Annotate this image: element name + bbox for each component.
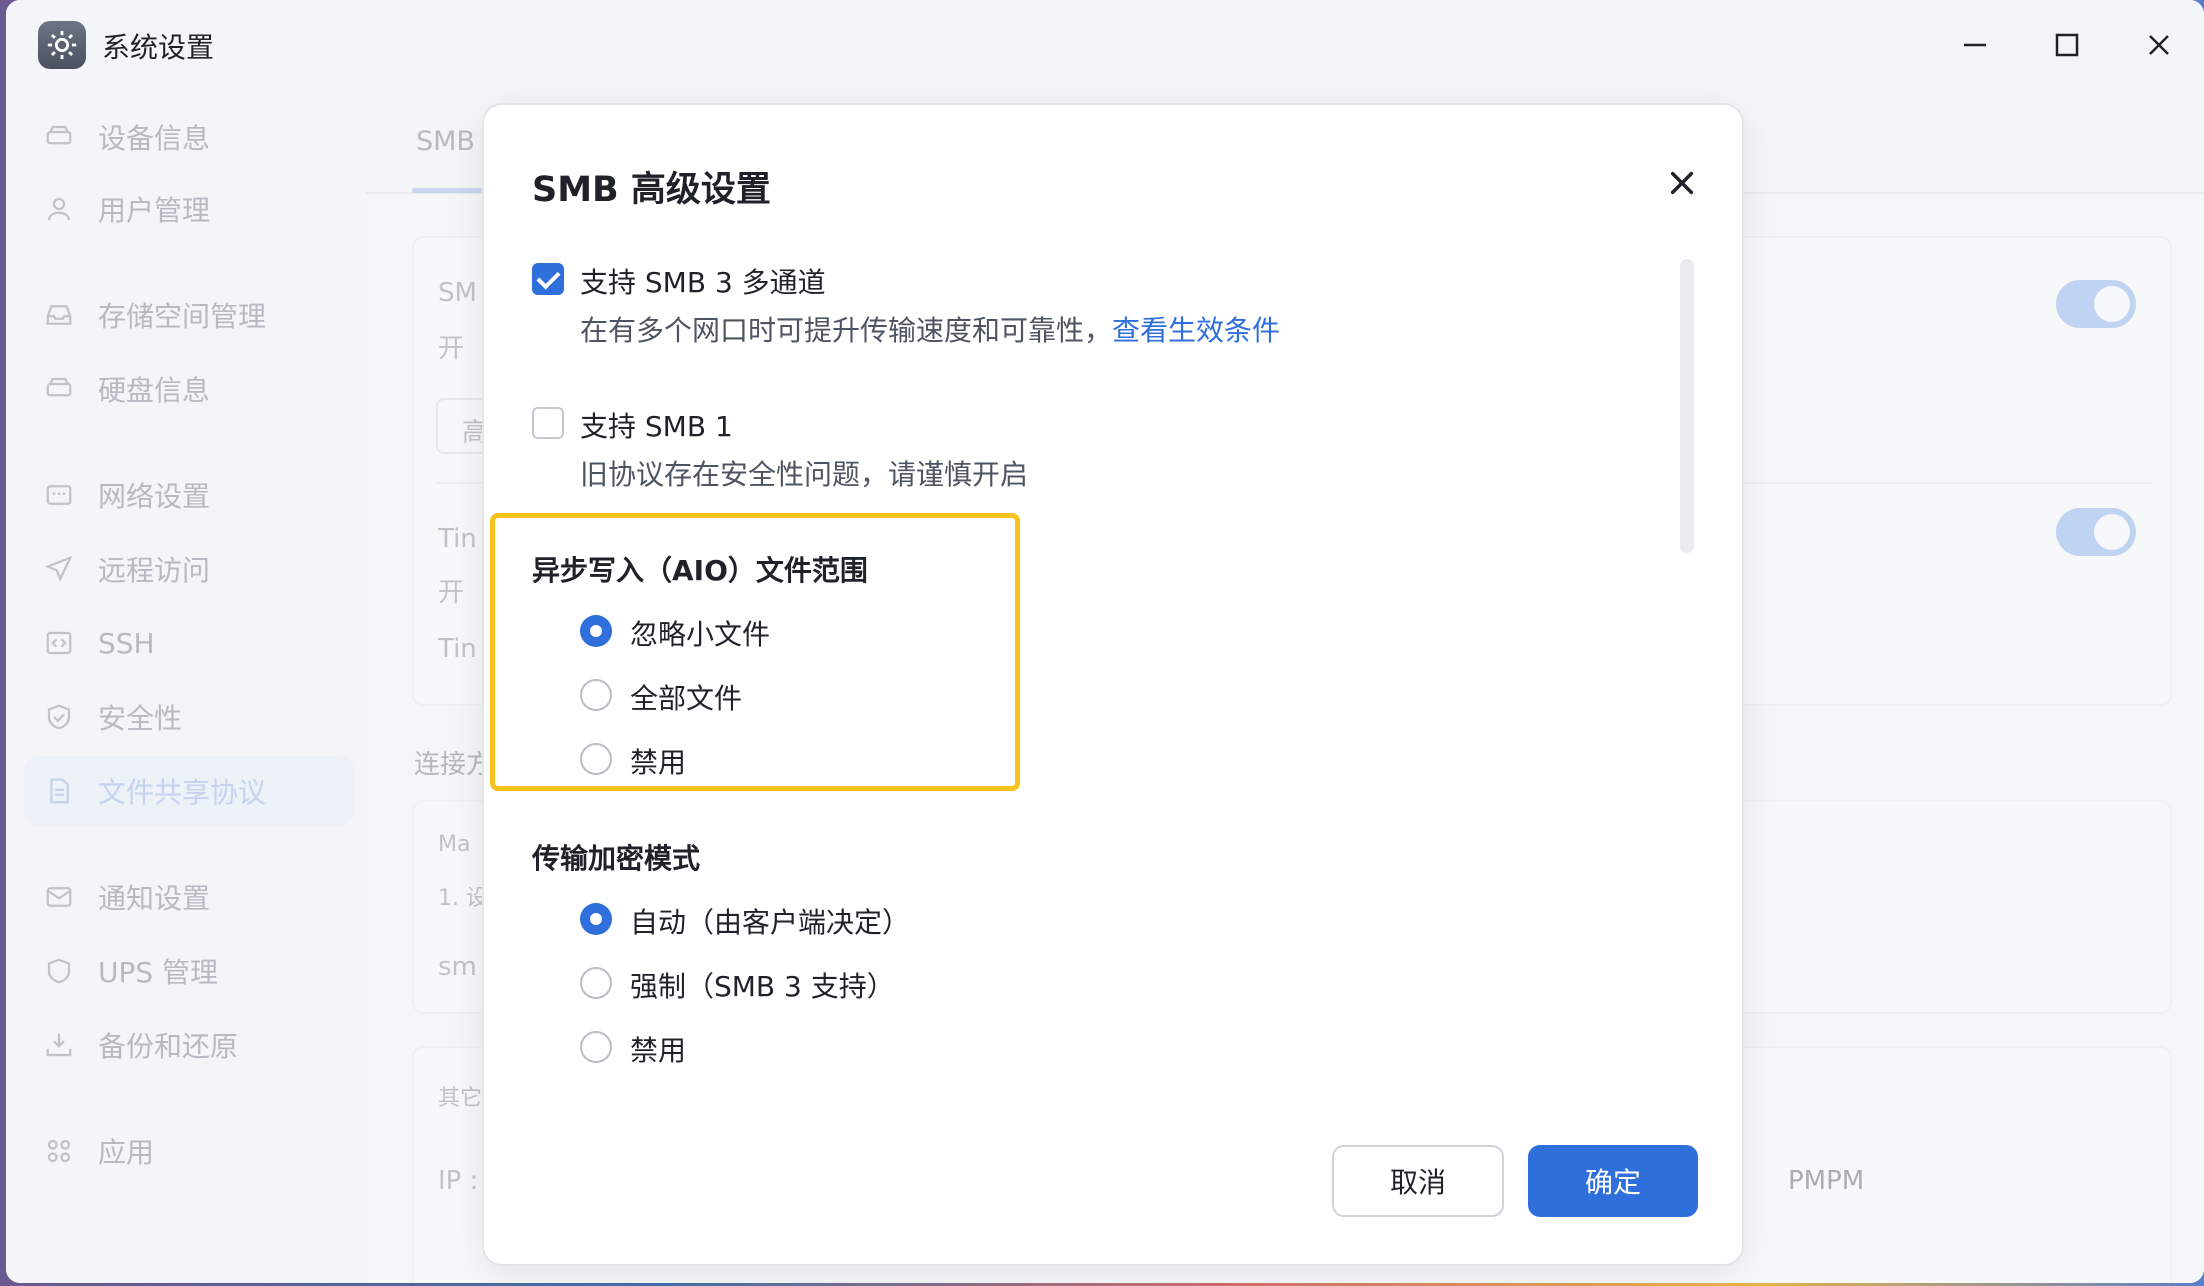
mail-icon — [42, 880, 76, 914]
hard-drive-icon — [42, 120, 76, 154]
sidebar-item-label: 远程访问 — [98, 554, 211, 587]
network-icon — [42, 478, 76, 512]
timemachine-toggle[interactable] — [2056, 508, 2136, 556]
card-title: SM — [438, 278, 477, 308]
shield-check-icon — [42, 700, 76, 734]
minimize-button[interactable] — [1950, 20, 2000, 70]
aio-option-label: 忽略小文件 — [630, 618, 771, 651]
card-row-subtitle: 开 — [438, 578, 465, 608]
sidebar-item-apps[interactable]: 应用 — [24, 1116, 354, 1186]
encryption-radio-auto[interactable] — [580, 903, 612, 935]
tab-smb[interactable]: SMB — [416, 126, 475, 157]
dialog-title: SMB 高级设置 — [532, 170, 771, 210]
sidebar-item-network[interactable]: 网络设置 — [24, 460, 354, 530]
section-connect-title: 连接方 — [414, 750, 493, 780]
dialog-scrollbar[interactable] — [1680, 259, 1694, 553]
smb1-checkbox[interactable] — [532, 407, 564, 439]
tab-active-indicator — [412, 188, 482, 193]
disk-icon — [42, 372, 76, 406]
sidebar-item-label: 设备信息 — [98, 122, 211, 155]
send-icon — [42, 552, 76, 586]
aio-section-title: 异步写入（AIO）文件范围 — [532, 554, 868, 587]
sidebar-item-label: 通知设置 — [98, 882, 211, 915]
aio-radio-all[interactable] — [580, 679, 612, 711]
sidebar-item-label: 存储空间管理 — [98, 300, 267, 333]
aio-radio-disabled[interactable] — [580, 743, 612, 775]
sidebar-item-notifications[interactable]: 通知设置 — [24, 862, 354, 932]
encryption-option-label: 禁用 — [630, 1034, 687, 1067]
card-row-label: Tin — [438, 634, 477, 664]
sidebar-item-label: 用户管理 — [98, 194, 211, 227]
sidebar-item-label: 安全性 — [98, 702, 183, 735]
smb3-multichannel-checkbox[interactable] — [532, 263, 564, 295]
encryption-radio-disabled[interactable] — [580, 1031, 612, 1063]
aio-option-label: 禁用 — [630, 746, 687, 779]
view-conditions-link[interactable]: 查看生效条件 — [1112, 314, 1280, 347]
sidebar-item-file-sharing[interactable]: 文件共享协议 — [24, 756, 354, 826]
connect-line-2: 1. 设 — [438, 886, 488, 911]
sidebar-item-ups[interactable]: UPS 管理 — [24, 936, 354, 1006]
connect-line-1: Ma — [438, 832, 471, 857]
download-tray-icon — [42, 1028, 76, 1062]
other-right-value: PMPM — [1788, 1166, 1865, 1196]
sidebar-item-backup[interactable]: 备份和还原 — [24, 1010, 354, 1080]
smb-toggle[interactable] — [2056, 280, 2136, 328]
sidebar-item-device-info[interactable]: 设备信息 — [24, 102, 354, 172]
code-icon — [42, 626, 76, 660]
smb1-label: 支持 SMB 1 — [580, 410, 733, 443]
sidebar-item-label: 网络设置 — [98, 480, 211, 513]
aio-option-label: 全部文件 — [630, 682, 743, 715]
dialog-close-button[interactable] — [1660, 161, 1704, 205]
encryption-option-label: 强制（SMB 3 支持） — [630, 970, 895, 1003]
sidebar-item-label: 应用 — [98, 1136, 155, 1169]
smb-advanced-dialog: SMB 高级设置 支持 SMB 3 多通道 在有多个网口时可提升传输速度和可靠性… — [482, 103, 1744, 1266]
aio-radio-ignore-small[interactable] — [580, 615, 612, 647]
window-title: 系统设置 — [102, 31, 215, 64]
sidebar-item-storage[interactable]: 存储空间管理 — [24, 280, 354, 350]
sidebar-item-users[interactable]: 用户管理 — [24, 174, 354, 244]
other-title: 其它 — [438, 1086, 483, 1111]
close-icon — [1670, 171, 1694, 195]
encryption-radio-forced[interactable] — [580, 967, 612, 999]
encryption-section-title: 传输加密模式 — [532, 842, 701, 875]
document-icon — [42, 774, 76, 808]
sidebar-item-remote-access[interactable]: 远程访问 — [24, 534, 354, 604]
close-window-button[interactable] — [2134, 20, 2184, 70]
connect-line-3: sm — [438, 952, 477, 982]
sidebar-item-label: 备份和还原 — [98, 1030, 239, 1063]
grid-icon — [42, 1134, 76, 1168]
settings-window: 系统设置 设备信息 用户管理 存储空间管理 硬盘信息 网络设置 远程访问 SSH… — [6, 0, 2204, 1283]
settings-app-icon — [38, 21, 86, 69]
sidebar-item-label: 文件共享协议 — [98, 776, 267, 809]
smb1-desc: 旧协议存在安全性问题，请谨慎开启 — [580, 458, 1029, 491]
sidebar-item-label: UPS 管理 — [98, 956, 219, 989]
shield-icon — [42, 954, 76, 988]
smb3-multichannel-desc: 在有多个网口时可提升传输速度和可靠性，查看生效条件 — [580, 314, 1281, 347]
sidebar-item-label: 硬盘信息 — [98, 374, 211, 407]
maximize-button[interactable] — [2042, 20, 2092, 70]
smb3-multichannel-label: 支持 SMB 3 多通道 — [580, 266, 826, 299]
title-bar: 系统设置 — [6, 0, 2204, 88]
confirm-button[interactable]: 确定 — [1528, 1145, 1698, 1217]
sidebar-item-ssh[interactable]: SSH — [24, 608, 354, 678]
sidebar-item-disk-info[interactable]: 硬盘信息 — [24, 354, 354, 424]
encryption-option-label: 自动（由客户端决定） — [630, 906, 911, 939]
sidebar: 设备信息 用户管理 存储空间管理 硬盘信息 网络设置 远程访问 SSH 安全性 — [6, 88, 366, 1283]
card-row-title: Tin — [438, 524, 477, 554]
card-subtitle: 开 — [438, 334, 465, 364]
sidebar-item-label: SSH — [98, 626, 155, 660]
sidebar-item-security[interactable]: 安全性 — [24, 682, 354, 752]
cancel-button[interactable]: 取消 — [1332, 1145, 1504, 1217]
inbox-icon — [42, 298, 76, 332]
user-icon — [42, 192, 76, 226]
other-ip-label: IP : — [438, 1166, 479, 1196]
